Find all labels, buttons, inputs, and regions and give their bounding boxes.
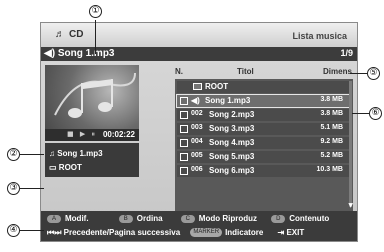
- track-info-panel: ♫ Song 1.mp3 ▭ ROOT: [45, 143, 139, 177]
- music-note-art: [54, 72, 136, 118]
- app-title: ♬ CD: [55, 29, 84, 40]
- footer-controls: A Modif. B Ordina C Modo Riproduz D Contenut…: [41, 211, 357, 241]
- info-song: ♫ Song 1.mp3: [49, 149, 103, 158]
- folder-icon: [193, 83, 202, 90]
- list-scrollbar[interactable]: [349, 81, 352, 207]
- checkbox[interactable]: [180, 111, 188, 119]
- header-num: N.: [175, 67, 183, 76]
- playback-status-bar: ■ ▶ ⏸ 00:02:22: [45, 129, 139, 141]
- list-item-root[interactable]: ROOT: [177, 81, 351, 93]
- leader-3: [20, 188, 44, 189]
- header-size: Dimens: [323, 67, 352, 76]
- footer-row-1: A Modif. B Ordina C Modo Riproduz D Contenut…: [47, 214, 329, 226]
- info-folder: ▭ ROOT: [49, 163, 82, 172]
- exit-button[interactable]: ⇥ EXIT: [278, 228, 305, 237]
- content-button[interactable]: D Contenuto: [271, 214, 329, 223]
- scroll-down-icon[interactable]: ▼: [348, 202, 353, 209]
- mode-title: Lista musica: [292, 31, 347, 41]
- tv-screen: ♬ CD Lista musica ◀) Song 1.mp3 1/9 ■ ▶ ⏸…: [40, 22, 358, 242]
- album-art: [45, 65, 139, 129]
- note-icon: ♫: [49, 149, 55, 158]
- now-playing-bar: ◀) Song 1.mp3 1/9: [41, 47, 357, 61]
- transport-icons: ■ ▶ ⏸: [67, 130, 97, 138]
- list-item[interactable]: 006 Song 6.mp3 10.3 MB: [177, 165, 351, 177]
- list-item[interactable]: 002 Song 2.mp3 3.8 MB: [177, 109, 351, 121]
- leader-6: [352, 113, 369, 114]
- top-bar: ♬ CD Lista musica: [41, 23, 357, 47]
- speaker-icon: ◀): [44, 48, 56, 59]
- callout-5: ⑤: [367, 67, 380, 80]
- disc-icon: ♬: [55, 29, 65, 40]
- callout-2: ②: [7, 148, 20, 161]
- header-title: Titol: [237, 67, 254, 76]
- folder-icon: ▭: [49, 163, 57, 172]
- footer-row-2: ⏮⏭ Precedente/Pagina successiva MARKER In…: [47, 228, 304, 240]
- leader-5: [350, 73, 367, 74]
- modify-button[interactable]: A Modif.: [47, 214, 89, 223]
- list-item[interactable]: 003 Song 3.mp3 5.1 MB: [177, 123, 351, 135]
- checkbox[interactable]: [180, 139, 188, 147]
- prev-next-page-control[interactable]: ⏮⏭ Precedente/Pagina successiva: [47, 228, 180, 237]
- leader-2: [20, 154, 44, 155]
- checkbox[interactable]: [180, 153, 188, 161]
- skip-icon: ⏮⏭: [47, 228, 62, 237]
- exit-icon: ⇥: [277, 228, 285, 237]
- list-item[interactable]: ◀) Song 1.mp3 3.8 MB: [176, 94, 352, 108]
- checkbox[interactable]: [180, 167, 188, 175]
- callout-3: ③: [7, 182, 20, 195]
- elapsed-time: 00:02:22: [102, 130, 135, 139]
- now-playing-title: ◀) Song 1.mp3: [44, 48, 115, 59]
- list-item[interactable]: 004 Song 4.mp3 9.2 MB: [177, 137, 351, 149]
- leader-4: [20, 230, 44, 231]
- speaker-icon: ◀): [191, 96, 200, 105]
- checkbox[interactable]: [180, 97, 188, 105]
- file-list: ROOT ◀) Song 1.mp3 3.8 MB 002 Song 2.mp3…: [175, 79, 353, 211]
- marker-button[interactable]: MARKER Indicatore: [190, 228, 263, 238]
- sort-button[interactable]: B Ordina: [118, 214, 163, 223]
- list-item[interactable]: 005 Song 5.mp3 5.2 MB: [177, 151, 351, 163]
- callout-6: ⑥: [369, 107, 382, 120]
- leader-1: [95, 20, 96, 54]
- track-counter: 1/9: [340, 48, 353, 58]
- checkbox[interactable]: [180, 125, 188, 133]
- play-mode-button[interactable]: C Modo Riproduz: [180, 214, 257, 223]
- list-header: N. Titol Dimens: [173, 67, 355, 77]
- callout-1: ①: [89, 5, 102, 18]
- callout-4: ④: [7, 224, 20, 237]
